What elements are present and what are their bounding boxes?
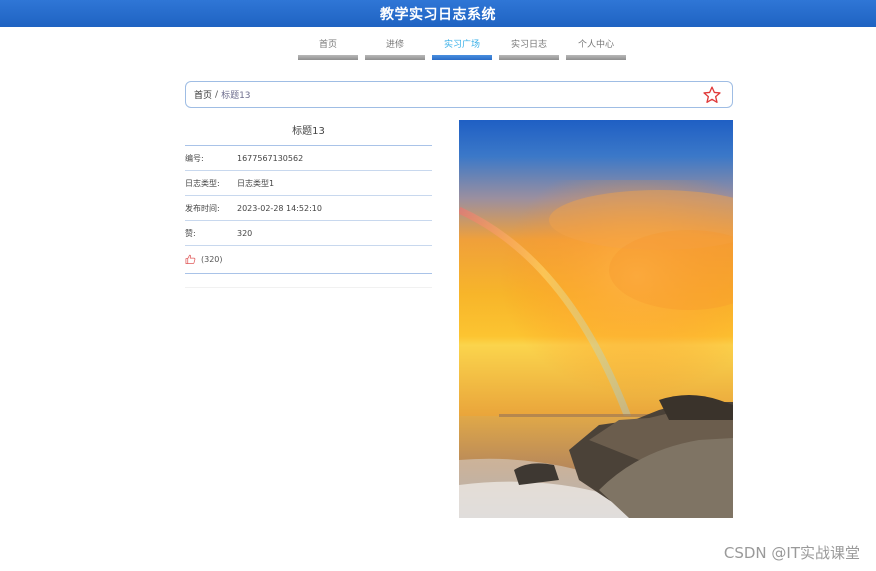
watermark: CSDN @IT实战课堂 [723,544,860,562]
nav-item-label: 进修 [385,40,404,50]
detail-row-publish-time: 发布时间: 2023-02-28 14:52:10 [185,196,432,221]
breadcrumb-current: 标题13 [221,91,251,101]
nav-item-bar [365,55,425,60]
nav-item-bar [566,55,626,60]
nav-item-label: 实习日志 [510,40,547,50]
nav-item-bar [432,55,492,60]
nav-item-label: 首页 [318,40,337,50]
thumbs-up-icon[interactable] [185,254,196,265]
nav-item-bar [298,55,358,60]
breadcrumb: 首页 / 标题13 [185,81,733,108]
detail-row-log-type: 日志类型: 日志类型1 [185,171,432,196]
top-header: 教学实习日志系统 [0,0,876,27]
cover-image [459,120,733,518]
nav-item-practice-square[interactable]: 实习广场 [432,37,492,60]
nav-item-bar [499,55,559,60]
detail-value: 2023-02-28 14:52:10 [237,203,322,213]
nav-item-label: 实习广场 [443,40,480,50]
detail-row-likes: 赞: 320 [185,221,432,246]
nav-item-personal-center[interactable]: 个人中心 [566,37,626,60]
nav-item-practice-log[interactable]: 实习日志 [499,37,559,60]
detail-value: 日志类型1 [237,178,275,188]
page: 教学实习日志系统 首页 进修 实习广场 实习日志 个人中心 首页 / 标题13 [0,0,876,571]
detail-row-number: 编号: 1677567130562 [185,146,432,171]
breadcrumb-home-link[interactable]: 首页 [194,88,212,101]
app-title: 教学实习日志系统 [380,6,496,23]
detail-panel: 标题13 编号: 1677567130562 日志类型: 日志类型1 发布时间:… [185,120,432,288]
like-action[interactable]: (320) [185,246,432,274]
nav-item-home[interactable]: 首页 [298,37,358,60]
detail-label: 赞: [185,228,196,238]
detail-label: 编号: [185,153,204,163]
detail-label: 发布时间: [185,203,220,213]
detail-title: 标题13 [185,120,432,146]
nav-item-label: 个人中心 [577,40,614,50]
main-nav: 首页 进修 实习广场 实习日志 个人中心 [298,37,626,60]
like-count: (320) [201,255,223,264]
divider [185,274,432,288]
favorite-star-icon[interactable] [702,85,722,105]
breadcrumb-separator: / [215,89,219,100]
sunset-rainbow-image [459,120,733,518]
nav-item-study[interactable]: 进修 [365,37,425,60]
detail-value: 320 [237,228,253,238]
detail-label: 日志类型: [185,178,220,188]
detail-value: 1677567130562 [237,153,304,163]
